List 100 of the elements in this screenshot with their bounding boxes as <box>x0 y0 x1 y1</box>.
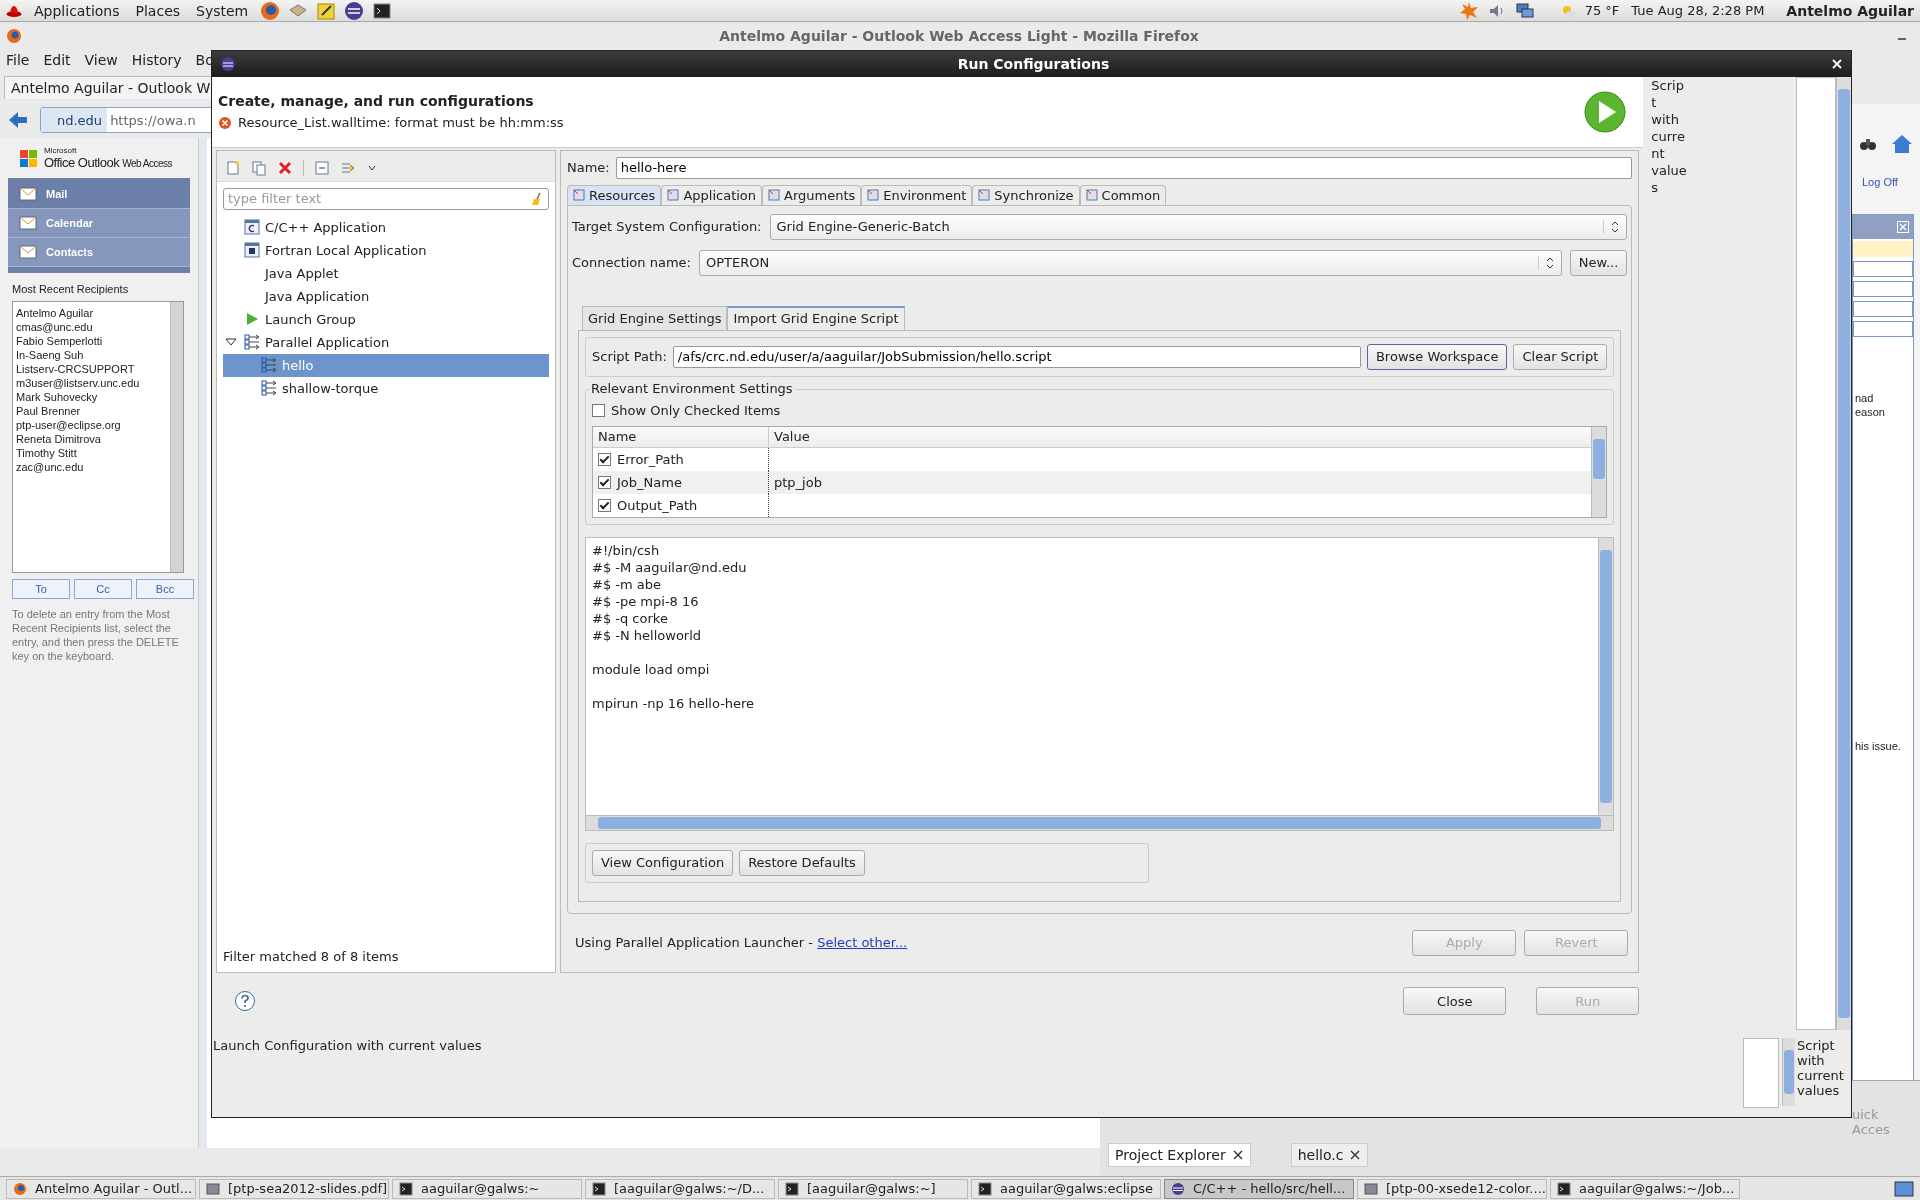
close-icon[interactable] <box>1349 1149 1362 1161</box>
input-field[interactable] <box>1853 261 1913 277</box>
globe-icon[interactable] <box>260 0 281 21</box>
scrollbar[interactable] <box>1591 426 1607 517</box>
taskbar-item[interactable]: [aaguilar@galws:~/D... <box>585 1178 775 1199</box>
tree-item[interactable]: shallow-torque <box>223 376 549 400</box>
tab[interactable]: Synchronize <box>972 184 1080 205</box>
browse-button[interactable]: Browse Workspace <box>1366 343 1508 370</box>
taskbar-item[interactable]: C/C++ - hello/src/hell... <box>1164 1178 1354 1199</box>
tree-item[interactable]: Java Applet <box>223 261 549 285</box>
log-off-link[interactable]: Log Off <box>1862 176 1898 188</box>
taskbar-item[interactable]: [aaguilar@galws:~] <box>778 1178 968 1199</box>
launcher-text: Using Parallel Application Launcher - Select other... <box>575 935 908 951</box>
recipient-item[interactable]: Mark Suhovecky <box>16 390 167 404</box>
terminal-icon[interactable] <box>372 0 393 21</box>
tree-item[interactable]: Launch Group <box>223 307 549 331</box>
view-tab[interactable]: Project Explorer <box>1108 1143 1251 1167</box>
script-path-field[interactable]: /afs/crc.nd.edu/user/a/aaguilar/JobSubmission/hello.script <box>672 345 1361 368</box>
checkbox[interactable] <box>592 404 605 418</box>
taskbar-item[interactable]: aaguilar@galws:~/Job... <box>1550 1178 1740 1199</box>
clear-button[interactable]: Clear Script <box>1513 343 1608 370</box>
recipient-item[interactable]: zac@unc.edu <box>16 460 167 474</box>
close-icon[interactable] <box>1231 1149 1244 1161</box>
column-header[interactable]: Value <box>769 426 1592 447</box>
checkbox[interactable] <box>598 498 611 512</box>
recipient-list[interactable]: Antelmo Aguilar cmas@unc.edu Fabio Semperlotti In-Saeng Suh Listserv-CRCSUPPORT m3user@listserv.unc.edu Mark Suhovecky Paul Brenner ptp-user@eclipse.org Reneta Dimitrova Timothy Stitt zac@unc.edu <box>12 301 184 573</box>
tab[interactable]: Resources <box>567 184 662 205</box>
input-field[interactable] <box>1853 301 1913 317</box>
column-header[interactable]: Name <box>593 426 769 447</box>
scrollbar[interactable] <box>586 814 1614 830</box>
panel-menu[interactable]: System <box>192 2 253 19</box>
taskbar-item[interactable]: [ptp-sea2012-slides.pdf] <box>199 1178 389 1199</box>
checkbox[interactable] <box>598 475 611 489</box>
scrollbar[interactable] <box>1782 1038 1795 1106</box>
scrollbar[interactable] <box>1598 537 1614 815</box>
tree-item[interactable]: C/C++ Application <box>223 215 549 239</box>
home-icon[interactable] <box>1890 132 1914 156</box>
recipient-item[interactable]: Listserv-CRCSUPPORT <box>16 362 167 376</box>
taskbar-item[interactable]: Antelmo Aguilar - Outl... <box>6 1178 196 1199</box>
checkbox[interactable] <box>598 452 611 466</box>
panel-menu[interactable]: Applications <box>30 2 124 19</box>
monitor-icon[interactable] <box>1514 0 1535 21</box>
tab[interactable]: Application <box>661 184 763 205</box>
side-text: Script with current values <box>1651 77 1688 196</box>
taskbar-item[interactable]: aaguilar@galws:eclipse <box>971 1178 1161 1199</box>
tab[interactable]: Environment <box>861 184 973 205</box>
recipient-button[interactable]: Cc <box>74 579 132 599</box>
new-button[interactable]: New... <box>1569 249 1628 276</box>
workspace-switcher-icon[interactable] <box>1894 1178 1914 1199</box>
tab[interactable]: Common <box>1079 184 1167 205</box>
taskbar-item[interactable]: [ptp-00-xsede12-color.... <box>1357 1178 1547 1199</box>
clock[interactable]: Tue Aug 28, 2:28 PM <box>1631 3 1765 18</box>
input-field[interactable] <box>1853 281 1913 297</box>
menu-item[interactable]: History <box>131 52 182 72</box>
menu-item[interactable]: View <box>84 52 118 72</box>
view-tab[interactable]: hello.c <box>1290 1143 1369 1167</box>
recipient-item[interactable]: Paul Brenner <box>16 404 167 418</box>
input-field[interactable] <box>1853 321 1913 337</box>
view-button[interactable]: View Configuration <box>592 849 734 876</box>
dropdown[interactable]: Grid Engine-Generic-Batch <box>769 213 1628 240</box>
tree-item[interactable]: Fortran Local Application <box>223 238 549 262</box>
user-name[interactable]: Antelmo Aguilar <box>1786 2 1914 19</box>
tree-item[interactable]: Java Application <box>223 284 549 308</box>
notepad-icon[interactable] <box>316 0 337 21</box>
menu-item[interactable]: Edit <box>43 52 71 72</box>
panel-menu[interactable]: Places <box>131 2 185 19</box>
recipient-button[interactable]: To <box>12 579 70 599</box>
taskbar-item[interactable]: aaguilar@galws:~ <box>392 1178 582 1199</box>
recipient-item[interactable]: Antelmo Aguilar <box>16 306 167 320</box>
name-field[interactable]: hello-here <box>615 156 1633 179</box>
recipient-item[interactable]: Fabio Semperlotti <box>16 334 167 348</box>
tab[interactable]: Import Grid Engine Script <box>727 305 905 330</box>
restore-button[interactable]: Restore Defaults <box>739 849 865 876</box>
tree-item[interactable]: Parallel Application <box>223 330 549 354</box>
recipient-item[interactable]: Reneta Dimitrova <box>16 432 167 446</box>
recipient-item[interactable]: Timothy Stitt <box>16 446 167 460</box>
recipient-button[interactable]: Bcc <box>136 579 194 599</box>
recipient-item[interactable]: m3user@listserv.unc.edu <box>16 376 167 390</box>
close-button[interactable]: Close <box>1403 987 1507 1016</box>
recipient-item[interactable]: In-Saeng Suh <box>16 348 167 362</box>
dropdown[interactable]: OPTERON <box>698 249 1562 276</box>
broom-icon[interactable] <box>530 191 544 206</box>
copy-icon[interactable] <box>251 159 267 176</box>
tab[interactable]: Arguments <box>762 184 862 205</box>
select-other-link[interactable]: Select other... <box>817 935 908 951</box>
collapse-icon[interactable] <box>314 159 330 176</box>
menu-item[interactable]: File <box>6 52 30 72</box>
help-icon[interactable] <box>234 990 256 1013</box>
recipient-item[interactable]: ptp-user@eclipse.org <box>16 418 167 432</box>
delete-icon[interactable] <box>277 159 293 176</box>
filter-field[interactable]: type filter text <box>223 187 549 210</box>
recipient-item[interactable]: cmas@unc.edu <box>16 320 167 334</box>
new-page-icon[interactable] <box>225 159 241 176</box>
tab[interactable]: Grid Engine Settings <box>582 305 728 330</box>
scrollbar[interactable] <box>170 302 183 572</box>
scrollbar[interactable] <box>1836 77 1851 1030</box>
section-title: Most Recent Recipients <box>11 282 130 297</box>
script-editor[interactable]: #!/bin/csh #$ -M aaguilar@nd.edu #$ -m abe #$ -pe mpi-8 16 #$ -q corke #$ -N helloworld module load ompi mpirun -np 16 hello-here <box>585 536 1615 831</box>
document-icon <box>206 1181 220 1196</box>
orb-icon[interactable] <box>344 0 365 21</box>
